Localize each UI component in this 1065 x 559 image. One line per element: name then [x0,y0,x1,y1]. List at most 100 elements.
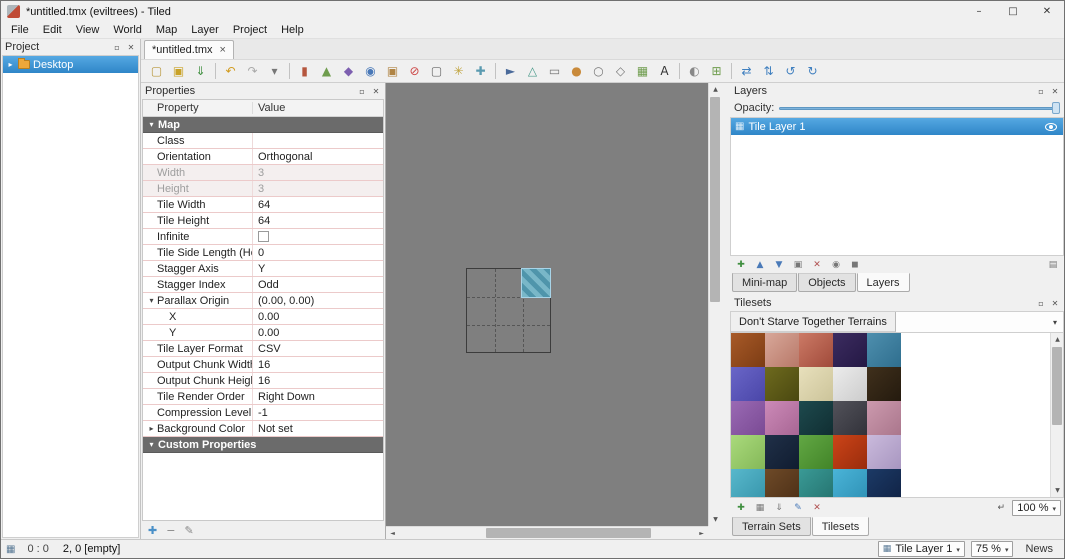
float-panel-icon[interactable]: ▫ [357,87,367,96]
menu-edit[interactable]: Edit [36,23,69,37]
eraser-icon[interactable]: ⊘ [404,61,425,81]
canvas-horizontal-scrollbar[interactable]: ◄ ► [386,526,708,539]
remove-tileset-icon[interactable]: ✕ [809,500,825,515]
edit-polygons-icon[interactable]: △ [522,61,543,81]
expander-icon[interactable]: ▾ [146,296,157,305]
highlight-layer-toggle-icon[interactable]: ▤ [1045,257,1061,272]
tileset-tile[interactable] [867,333,901,367]
tileset-tile[interactable] [833,333,867,367]
property-row[interactable]: Infinite [143,229,383,245]
insert-rectangle-icon[interactable]: ▭ [544,61,565,81]
map-canvas[interactable]: ▲ ▼ ◄ ► [386,83,721,539]
close-panel-icon[interactable]: ✕ [126,43,136,52]
property-value[interactable]: 3 [253,165,383,180]
remove-property-icon[interactable]: − [166,524,175,537]
opacity-slider[interactable] [779,101,1060,115]
undo-icon[interactable]: ↶ [220,61,241,81]
shape-fill-icon[interactable]: ▣ [382,61,403,81]
tileset-tile[interactable] [765,469,799,497]
expander-icon[interactable]: ▸ [146,424,157,433]
property-row[interactable]: Orientation Orthogonal [143,149,383,165]
tileset-tile[interactable] [799,401,833,435]
edit-tileset-icon[interactable]: ✎ [790,500,806,515]
rect-select-icon[interactable]: ▢ [426,61,447,81]
property-group-header[interactable]: ▾ Custom Properties [143,437,383,453]
insert-ellipse-icon[interactable]: ○ [588,61,609,81]
tileset-tile[interactable] [867,401,901,435]
flip-vertical-icon[interactable]: ⇅ [758,61,779,81]
scroll-down-icon[interactable]: ▼ [709,513,721,526]
history-dropdown-icon[interactable]: ▾ [264,61,285,81]
property-value[interactable]: 16 [253,357,383,372]
tileset-tile[interactable] [731,469,765,497]
close-panel-icon[interactable]: ✕ [1050,299,1060,308]
open-file-icon[interactable]: ▣ [168,61,189,81]
property-value[interactable]: 64 [253,197,383,212]
property-row[interactable]: Tile Height 64 [143,213,383,229]
dock-tab-terrain-sets[interactable]: Terrain Sets [732,517,811,536]
float-panel-icon[interactable]: ▫ [1036,299,1046,308]
document-tab[interactable]: *untitled.tmx × [144,40,234,59]
tileset-tile[interactable] [833,367,867,401]
menu-world[interactable]: World [106,23,149,37]
wang-brush-icon[interactable]: ◆ [338,61,359,81]
new-tileset-icon[interactable]: ✚ [733,500,749,515]
property-row[interactable]: Y 0.00 [143,325,383,341]
property-value[interactable]: 16 [253,373,383,388]
menu-project[interactable]: Project [226,23,274,37]
magic-wand-icon[interactable]: ✳ [448,61,469,81]
lower-layer-icon[interactable]: ▼ [771,257,787,272]
tileset-tile[interactable] [799,435,833,469]
tileset-zoom-combo[interactable]: 100 % [1012,499,1061,516]
dock-tab-mini-map[interactable]: Mini-map [732,273,798,292]
tileset-tab[interactable]: Don't Starve Together Terrains [731,312,896,332]
property-value[interactable] [253,229,383,244]
add-property-icon[interactable]: ✚ [148,524,157,537]
project-tree[interactable]: ▸ Desktop [2,55,139,538]
tileset-tile[interactable] [833,435,867,469]
new-layer-icon[interactable]: ✚ [733,257,749,272]
tileset-grid[interactable] [731,333,901,497]
terrain-brush-icon[interactable]: ▲ [316,61,337,81]
float-panel-icon[interactable]: ▫ [1036,87,1046,96]
property-value[interactable]: 0 [253,245,383,260]
insert-point-icon[interactable]: ● [566,61,587,81]
tileset-tile[interactable] [731,401,765,435]
tileset-tile[interactable] [731,435,765,469]
tab-close-icon[interactable]: × [220,44,226,56]
dock-tab-tilesets[interactable]: Tilesets [811,517,870,536]
tileset-tile[interactable] [867,469,901,497]
tileset-tile[interactable] [867,435,901,469]
export-tileset-icon[interactable]: ⇓ [771,500,787,515]
insert-polygon-icon[interactable]: ◇ [610,61,631,81]
menu-file[interactable]: File [4,23,36,37]
bucket-fill-icon[interactable]: ◉ [360,61,381,81]
tileset-tile[interactable] [833,469,867,497]
property-value[interactable]: 0.00 [253,325,383,340]
dynamic-wrap-icon[interactable]: ↵ [993,500,1009,515]
redo-icon[interactable]: ↷ [242,61,263,81]
maximize-button[interactable]: □ [996,1,1030,22]
property-row[interactable]: Compression Level -1 [143,405,383,421]
menu-map[interactable]: Map [149,23,184,37]
property-row[interactable]: Output Chunk Height 16 [143,373,383,389]
tileset-scrollbar[interactable]: ▲ ▼ [1050,333,1063,497]
raise-layer-icon[interactable]: ▲ [752,257,768,272]
close-panel-icon[interactable]: ✕ [371,87,381,96]
property-row[interactable]: Tile Layer Format CSV [143,341,383,357]
tileset-tile[interactable] [867,367,901,401]
insert-tile-icon[interactable]: ▦ [632,61,653,81]
property-row[interactable]: Tile Width 64 [143,197,383,213]
insert-text-icon[interactable]: A [654,61,675,81]
dock-tab-layers[interactable]: Layers [856,273,910,292]
news-link[interactable]: News [1025,543,1053,555]
scroll-up-icon[interactable]: ▲ [709,83,721,96]
property-row[interactable]: ▸ Background Color Not set [143,421,383,437]
property-value[interactable]: 0.00 [253,309,383,324]
visibility-toggle[interactable] [1045,122,1059,131]
edit-property-icon[interactable]: ✎ [184,524,193,537]
scroll-right-icon[interactable]: ► [695,527,708,539]
rotate-left-icon[interactable]: ↺ [780,61,801,81]
property-value[interactable]: 3 [253,181,383,196]
flip-horizontal-icon[interactable]: ⇄ [736,61,757,81]
